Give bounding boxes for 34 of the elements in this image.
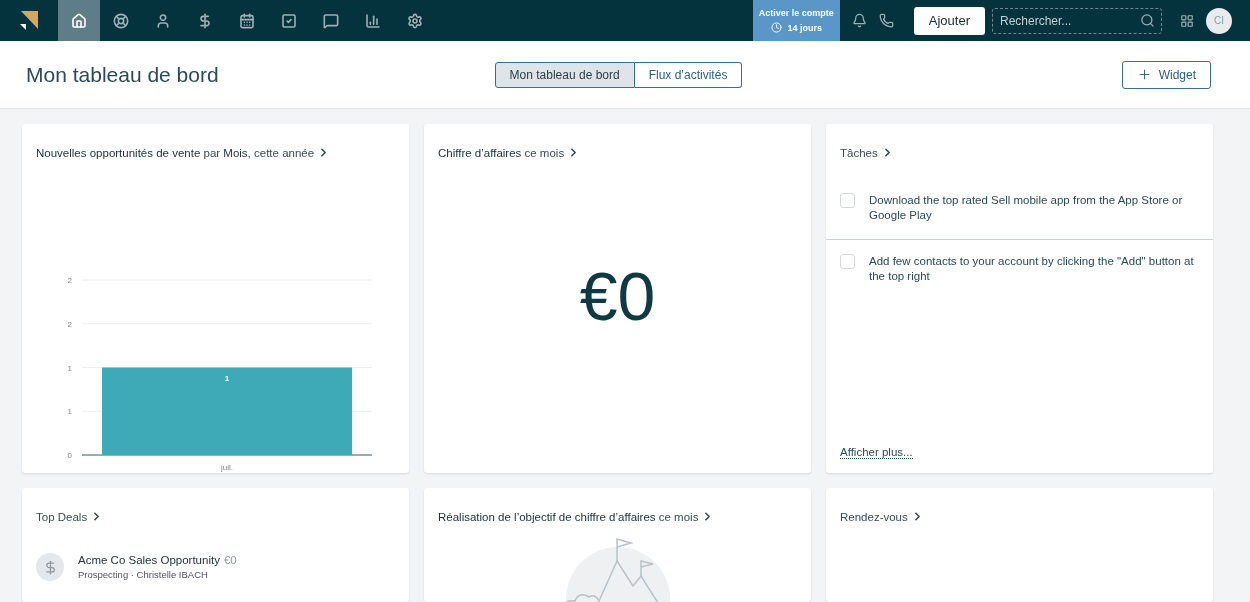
- bar-value-label: 1: [224, 373, 230, 383]
- revenue-amount: €0: [578, 257, 657, 336]
- view-tab[interactable]: Flux d’activités: [634, 61, 743, 88]
- task-text: Download the top rated Sell mobile app from the App Store or Google Play: [869, 193, 1184, 223]
- logo-icon[interactable]: [19, 10, 39, 30]
- search-field[interactable]: Rechercher...: [992, 7, 1162, 34]
- y-tick-label: 2: [67, 319, 72, 329]
- task-checkbox[interactable]: [840, 254, 855, 269]
- widget-title-link[interactable]: Chiffre d’affaires ce mois: [424, 124, 811, 159]
- show-more-link[interactable]: Afficher plus...: [840, 446, 913, 459]
- y-tick-label: 1: [67, 407, 72, 417]
- y-tick-label: 2: [67, 276, 72, 285]
- deal-details: Prospecting · Christelle IBACH: [78, 569, 209, 580]
- widget-title-link[interactable]: Top Deals: [22, 488, 409, 523]
- add-widget-button[interactable]: Widget: [1121, 60, 1211, 89]
- widget-title-link[interactable]: Tâches: [826, 124, 1213, 159]
- y-tick-label: 1: [67, 363, 72, 373]
- x-tick-label: juil.: [221, 463, 233, 472]
- task-text: Add few contacts to your account by clicking the "Add" button at the top right: [869, 254, 1195, 284]
- clock-icon: [770, 22, 782, 33]
- widget-title-link[interactable]: Rendez-vous: [826, 488, 1213, 523]
- add-button[interactable]: Ajouter: [913, 6, 985, 35]
- page-title: Mon tableau de bord: [26, 62, 220, 87]
- widget-title-link[interactable]: Nouvelles opportunités de vente par Mois, cette année: [22, 124, 409, 159]
- deal-name[interactable]: Acme Co Sales Opportunity: [78, 554, 220, 566]
- view-tab[interactable]: Mon tableau de bord: [494, 61, 635, 88]
- widget-title-link[interactable]: Réalisation de l’objectif de chiffre d’affaires ce mois: [424, 488, 811, 523]
- y-tick-label: 0: [67, 451, 72, 460]
- task-checkbox[interactable]: [840, 193, 855, 208]
- dollar-icon: [36, 553, 64, 581]
- deal-value: €0: [223, 554, 237, 566]
- search-icon[interactable]: [1140, 12, 1155, 28]
- home-icon[interactable]: [58, 0, 100, 41]
- plus-icon: [1136, 67, 1152, 82]
